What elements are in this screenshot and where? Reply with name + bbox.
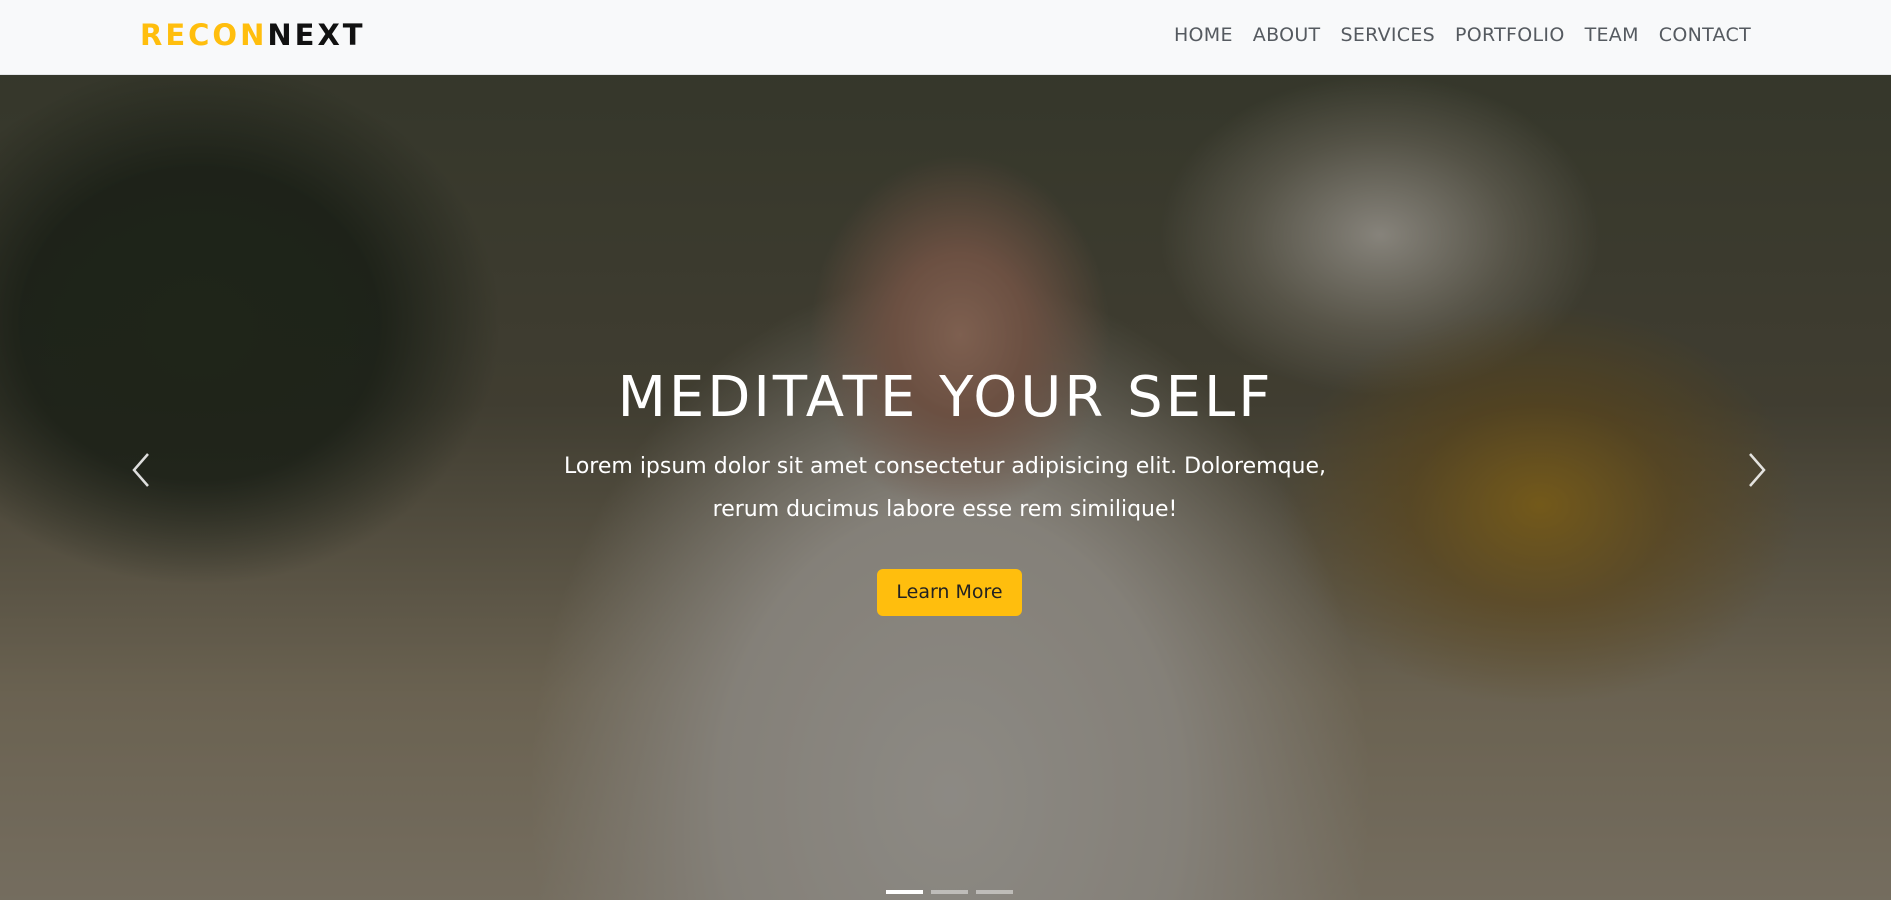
carousel-indicator-3[interactable] [976,890,1013,894]
chevron-left-icon [122,440,162,500]
nav-link-about[interactable]: ABOUT [1253,21,1321,49]
carousel-next-button[interactable] [1736,440,1776,500]
nav-link-team[interactable]: TEAM [1585,21,1639,49]
nav-link-services[interactable]: SERVICES [1340,21,1435,49]
hero-carousel: MEDITATE YOUR SELF Lorem ipsum dolor sit… [0,75,1891,900]
nav-item-team: TEAM [1585,21,1639,49]
nav-item-contact: CONTACT [1659,21,1751,49]
learn-more-button[interactable]: Learn More [877,569,1022,616]
brand-logo[interactable]: RECONNEXT [140,14,366,56]
nav-link-home[interactable]: HOME [1174,21,1233,49]
nav-link-contact[interactable]: CONTACT [1659,21,1751,49]
hero-description: Lorem ipsum dolor sit amet consectetur a… [563,454,1327,522]
nav-item-about: ABOUT [1253,21,1321,49]
nav-menu: HOME ABOUT SERVICES PORTFOLIO TEAM CONTA… [1174,21,1751,49]
carousel-prev-button[interactable] [122,440,162,500]
nav-link-portfolio[interactable]: PORTFOLIO [1455,21,1565,49]
nav-item-services: SERVICES [1340,21,1435,49]
carousel-indicator-2[interactable] [931,890,968,894]
nav-item-home: HOME [1174,21,1233,49]
brand-accent-text: RECON [140,18,268,52]
hero-title: MEDITATE YOUR SELF [617,365,1274,430]
chevron-right-icon [1736,440,1776,500]
carousel-indicators [886,890,1013,894]
brand-main-text: NEXT [267,18,366,52]
carousel-indicator-1[interactable] [886,890,923,894]
navbar: RECONNEXT HOME ABOUT SERVICES PORTFOLIO … [0,0,1891,75]
nav-item-portfolio: PORTFOLIO [1455,21,1565,49]
